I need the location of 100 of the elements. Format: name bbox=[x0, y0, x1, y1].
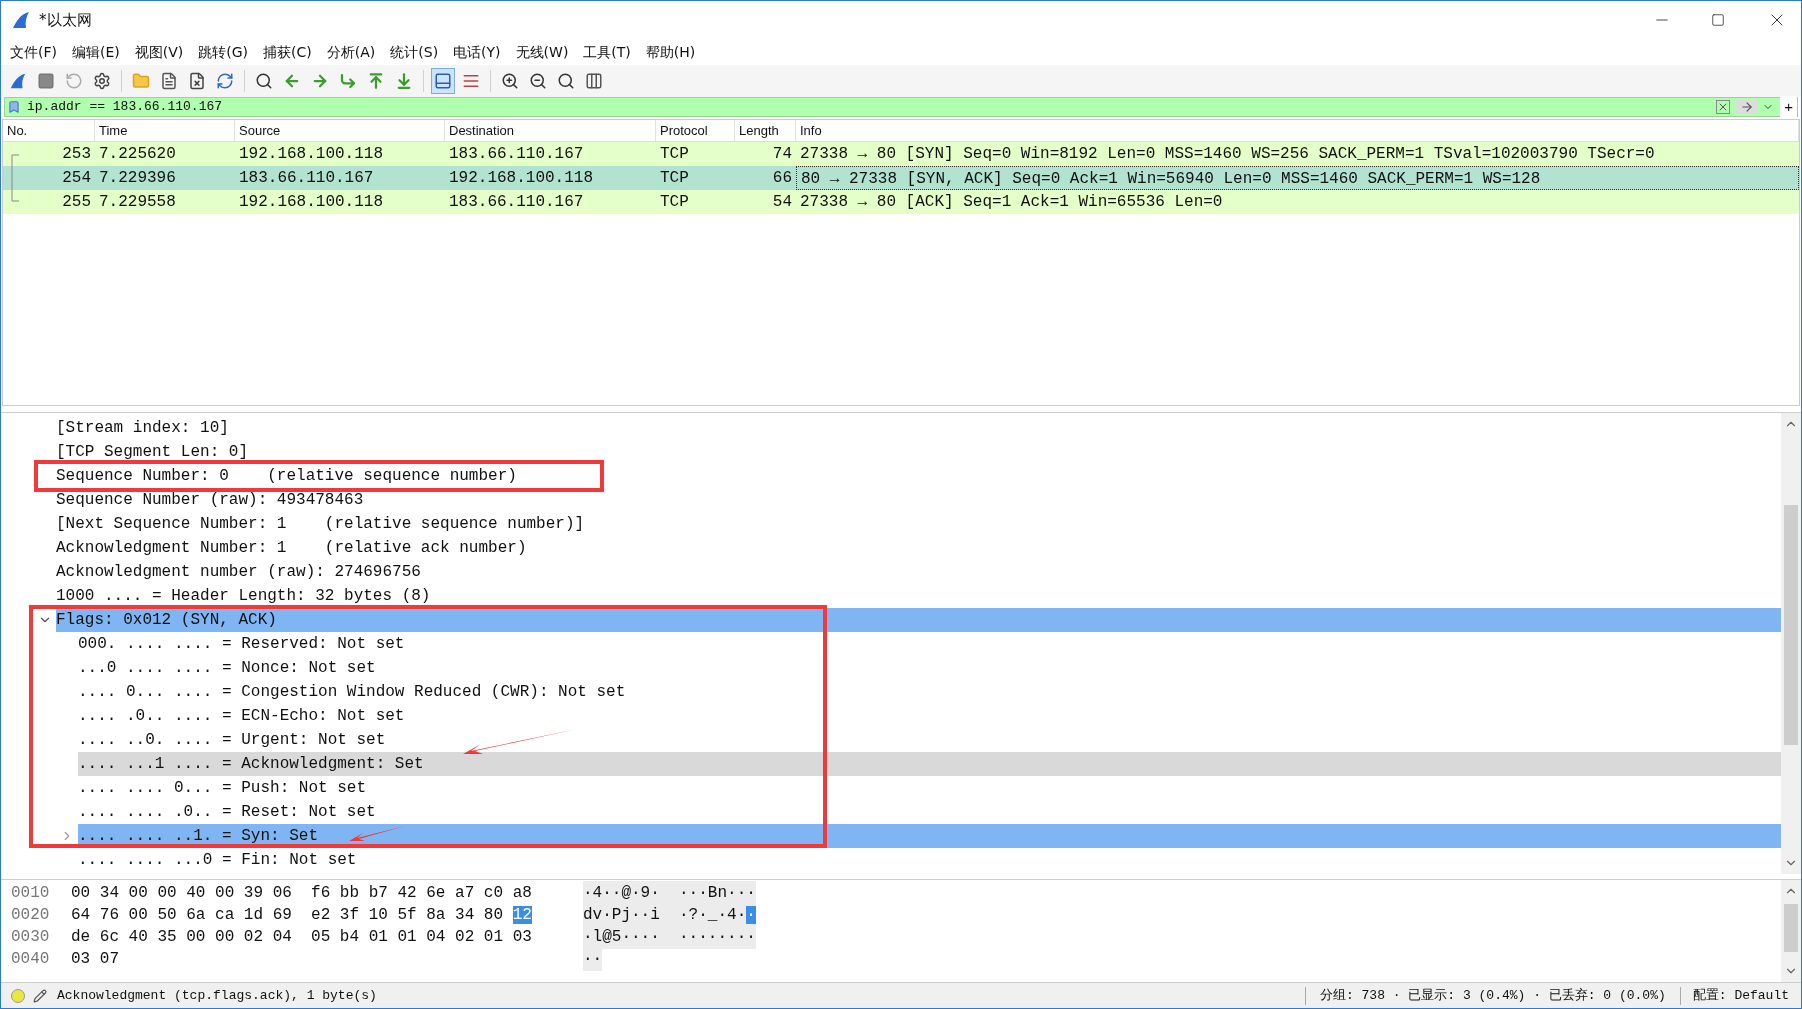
menu-item[interactable]: 帮助(H) bbox=[645, 41, 696, 63]
tree-item[interactable]: 000. .... .... = Reserved: Not set bbox=[78, 632, 1781, 656]
table-cell-text: 183.66.110.167 bbox=[238, 168, 375, 189]
zoom-in-icon bbox=[501, 72, 519, 90]
menu-item[interactable]: 统计(S) bbox=[390, 41, 439, 63]
menu-item[interactable]: 无线(W) bbox=[515, 41, 569, 63]
table-cell-text: 7.225620 bbox=[98, 144, 177, 165]
scroll-thumb[interactable] bbox=[1784, 904, 1798, 952]
scroll-thumb[interactable] bbox=[1784, 505, 1798, 745]
tree-item[interactable]: [Next Sequence Number: 1 (relative sequence number)] bbox=[56, 512, 1781, 536]
tree-item[interactable]: .... 0... .... = Congestion Window Reduced (CWR): Not set bbox=[78, 680, 1781, 704]
table-cell-text: TCP bbox=[659, 192, 690, 213]
table-cell-text: 54 bbox=[771, 192, 793, 213]
menu-item[interactable]: 工具(T) bbox=[583, 41, 631, 63]
tree-item[interactable]: .... .... ...0 = Fin: Not set bbox=[78, 848, 1781, 872]
arrow-down-icon bbox=[395, 72, 413, 90]
field-info: Acknowledgment (tcp.flags.ack), 1 byte(s) bbox=[57, 986, 377, 1005]
tree-item[interactable]: .... .... .0.. = Reset: Not set bbox=[78, 800, 1781, 824]
column-header[interactable]: Protocol bbox=[656, 120, 735, 141]
packet-row[interactable]: 253 7.225620 192.168.100.118 183.66.110.167 TCP 74 27338 → 80 [SYN] Seq=0 Win=8192 Len=0 MSS=1460 WS=256 SACK_PERM=1 TSval=102003790 TSecr=0 bbox=[3, 142, 1799, 166]
tree-item[interactable]: .... ..0. .... = Urgent: Not set bbox=[78, 728, 1781, 752]
menu-item[interactable]: 编辑(E) bbox=[72, 41, 120, 63]
tree-item[interactable]: Acknowledgment Number: 1 (relative ack number) bbox=[56, 536, 1781, 560]
tree-item[interactable]: .... .... 0... = Push: Not set bbox=[78, 776, 1781, 800]
autoscroll-icon bbox=[434, 72, 452, 90]
settings-icon bbox=[93, 72, 111, 90]
hex-bytes: 64 76 00 50 6a ca 1d 69 e2 3f 10 5f 8a 34 80 12 bbox=[71, 905, 533, 926]
arrow-right-icon bbox=[311, 72, 329, 90]
shark-fin-icon bbox=[11, 10, 31, 30]
stop-icon bbox=[37, 72, 55, 90]
tree-item[interactable]: .... .0.. .... = ECN-Echo: Not set bbox=[78, 704, 1781, 728]
zoom-reset-icon bbox=[557, 72, 575, 90]
zoom-out-icon bbox=[529, 72, 547, 90]
display-filter-field[interactable]: ip.addr == 183.66.110.167 + bbox=[4, 97, 1798, 117]
column-header[interactable]: No. bbox=[3, 120, 95, 141]
folder-icon bbox=[132, 72, 150, 90]
hex-bytes: 00 34 00 00 40 00 39 06 f6 bb b7 42 6e a7 c0 a8 bbox=[71, 883, 533, 904]
table-cell-text: 66 bbox=[771, 168, 793, 189]
packet-stats: 分组: 738 · 已显示: 3 (0.4%) · 已丢弃: 0 (0.0%) bbox=[1318, 986, 1667, 1005]
table-cell-text: 192.168.100.118 bbox=[448, 168, 595, 189]
tree-item[interactable]: [Stream index: 10] bbox=[56, 416, 1781, 440]
menu-item[interactable]: 电话(Y) bbox=[453, 41, 501, 63]
menu-item[interactable]: 视图(V) bbox=[134, 41, 184, 63]
column-header[interactable]: Length bbox=[735, 120, 796, 141]
menu-item[interactable]: 捕获(C) bbox=[263, 41, 312, 63]
close-file-icon bbox=[188, 72, 206, 90]
byte-offset: 0010 bbox=[10, 883, 51, 904]
byte-offset: 0040 bbox=[10, 949, 51, 970]
hex-bytes: 03 07 bbox=[71, 949, 120, 970]
tree-item[interactable]: Flags: 0x012 (SYN, ACK) bbox=[56, 608, 1781, 632]
ascii-bytes: ·· bbox=[583, 947, 603, 971]
tree-item[interactable]: .... ...1 .... = Acknowledgment: Set bbox=[78, 752, 1781, 776]
maximize-icon[interactable] bbox=[1711, 13, 1725, 27]
reload-icon bbox=[216, 72, 234, 90]
shark-fin-icon bbox=[9, 72, 27, 90]
table-cell-text: TCP bbox=[659, 168, 690, 189]
table-cell-text: 253 bbox=[61, 144, 92, 165]
table-cell-text: 192.168.100.118 bbox=[238, 192, 385, 213]
tree-item[interactable]: 1000 .... = Header Length: 32 bytes (8) bbox=[56, 584, 1781, 608]
status-indicator-icon[interactable] bbox=[11, 988, 25, 1003]
table-cell-text: 7.229396 bbox=[98, 168, 177, 189]
menu-item[interactable]: 跳转(G) bbox=[198, 41, 249, 63]
tree-item[interactable]: .... .... ..1. = Syn: Set bbox=[78, 824, 1781, 848]
ascii-bytes: ·l@5···· ········ bbox=[583, 925, 756, 949]
clear-icon[interactable] bbox=[1716, 100, 1731, 114]
toolbar-button[interactable] bbox=[431, 68, 455, 94]
packet-row[interactable]: 254 7.229396 183.66.110.167 192.168.100.118 TCP 66 80 → 27338 [SYN, ACK] Seq=0 Ack=1 Win=56940 Len=0 MSS=1460 SACK_PERM=1 WS=128 bbox=[3, 166, 1799, 190]
table-cell-text: TCP bbox=[659, 144, 690, 165]
tree-item[interactable]: Acknowledgment number (raw): 274696756 bbox=[56, 560, 1781, 584]
table-cell-text: 254 bbox=[61, 168, 92, 189]
resize-columns-icon bbox=[585, 72, 603, 90]
tree-item[interactable]: Sequence Number (raw): 493478463 bbox=[56, 488, 1781, 512]
column-header[interactable]: Source bbox=[235, 120, 445, 141]
profile-label[interactable]: 配置: Default bbox=[1680, 985, 1801, 1006]
menu-item[interactable]: 文件(F) bbox=[10, 41, 57, 63]
tree-item[interactable]: [TCP Segment Len: 0] bbox=[56, 440, 1781, 464]
table-cell-text: 27338 → 80 [SYN] Seq=0 Win=8192 Len=0 MSS=1460 WS=256 SACK_PERM=1 TSval=102003790 TSecr=0 bbox=[799, 144, 1656, 165]
file-icon bbox=[160, 72, 178, 90]
column-header[interactable]: Time bbox=[95, 120, 235, 141]
bookmark-icon[interactable] bbox=[7, 100, 21, 114]
restart-icon bbox=[65, 72, 83, 90]
column-header[interactable]: Destination bbox=[445, 120, 656, 141]
ascii-bytes: dv·Pj··i ·?·_·4·· bbox=[583, 903, 756, 927]
jump-icon bbox=[339, 72, 357, 90]
table-cell-text: 74 bbox=[771, 144, 793, 165]
table-cell-text: 27338 → 80 [ACK] Seq=1 Ack=1 Win=65536 Len=0 bbox=[799, 192, 1224, 213]
add-filter-button[interactable]: + bbox=[1780, 95, 1797, 119]
tree-item[interactable]: ...0 .... .... = Nonce: Not set bbox=[78, 656, 1781, 680]
packet-row[interactable]: 255 7.229558 192.168.100.118 183.66.110.167 TCP 54 27338 → 80 [ACK] Seq=1 Ack=1 Win=65536 Len=0 bbox=[3, 190, 1799, 214]
menu-item[interactable]: 分析(A) bbox=[326, 41, 376, 63]
lines-icon bbox=[462, 72, 480, 90]
tree-item[interactable]: Sequence Number: 0 (relative sequence number) bbox=[56, 464, 1781, 488]
edit-icon[interactable] bbox=[33, 988, 47, 1003]
search-icon bbox=[255, 72, 273, 90]
ascii-bytes: ·4··@·9· ···Bn··· bbox=[583, 881, 756, 905]
scrollbar[interactable] bbox=[1781, 880, 1801, 982]
scrollbar[interactable] bbox=[1781, 413, 1801, 874]
byte-offset: 0030 bbox=[10, 927, 51, 948]
table-cell-text: 183.66.110.167 bbox=[448, 192, 585, 213]
column-header[interactable]: Info bbox=[796, 120, 1799, 141]
